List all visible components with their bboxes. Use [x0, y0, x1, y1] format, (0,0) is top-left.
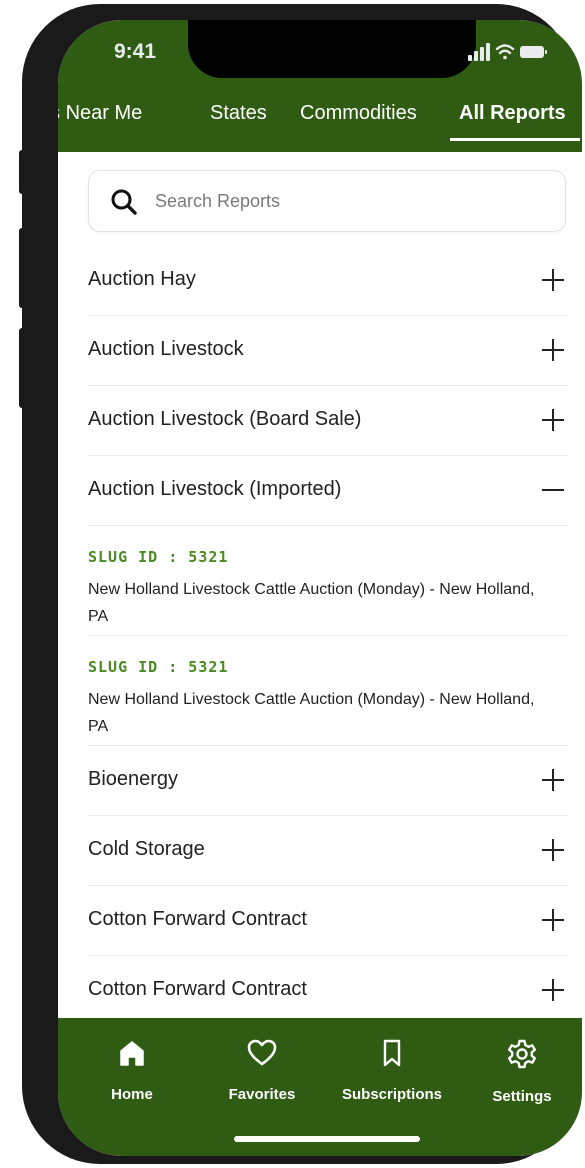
list-item-label: Auction Hay	[88, 268, 196, 290]
nav-subscriptions[interactable]: Subscriptions	[332, 1038, 452, 1103]
list-item-label: Auction Livestock	[88, 338, 244, 360]
status-icons	[468, 43, 547, 61]
plus-icon[interactable]	[538, 405, 568, 435]
nav-settings[interactable]: Settings	[462, 1038, 582, 1105]
status-time: 9:41	[114, 40, 157, 63]
tab-states[interactable]: States	[210, 102, 267, 125]
list-item[interactable]: Auction Livestock	[88, 316, 568, 386]
phone-frame: 9:41 Repor	[19, 4, 582, 1164]
list-item-label: Auction Livestock (Board Sale)	[88, 408, 362, 430]
plus-icon[interactable]	[538, 265, 568, 295]
signal-icon	[468, 43, 490, 61]
plus-icon[interactable]	[538, 835, 568, 865]
list-item[interactable]: Bioenergy	[88, 746, 568, 816]
plus-icon[interactable]	[538, 905, 568, 935]
search-box[interactable]	[88, 170, 566, 232]
list-item[interactable]: Cotton Forward Contract	[88, 956, 568, 1026]
list-item[interactable]: Cold Storage	[88, 816, 568, 886]
list-item[interactable]: Cotton Forward Contract	[88, 886, 568, 956]
minus-icon[interactable]	[538, 475, 568, 505]
list-item[interactable]: Auction Livestock (Board Sale)	[88, 386, 568, 456]
plus-icon[interactable]	[538, 765, 568, 795]
heart-icon	[247, 1039, 277, 1066]
top-bar: 9:41 Repor	[58, 20, 582, 152]
side-button-silent	[19, 150, 27, 194]
nav-label: Subscriptions	[341, 1086, 442, 1103]
battery-icon	[520, 46, 547, 58]
list-item-label: Bioenergy	[88, 768, 179, 790]
nav-home[interactable]: Home	[72, 1038, 192, 1103]
nav-favorites[interactable]: Favorites	[202, 1038, 322, 1103]
app-screen: 9:41 Repor	[58, 20, 582, 1156]
bookmark-icon	[383, 1039, 401, 1067]
tab-commodities[interactable]: Commodities	[300, 102, 417, 125]
list-item[interactable]: Auction Hay	[88, 246, 568, 316]
tab-all-reports[interactable]: All Reports	[459, 102, 566, 125]
side-button-volume-down	[19, 328, 27, 408]
slug-id: SLUG ID : 5321	[88, 548, 229, 566]
list-item-expanded[interactable]: Auction Livestock (Imported)	[88, 456, 568, 526]
slug-id: SLUG ID : 5321	[88, 658, 229, 676]
report-tabs: Reports Near Me States Commodities All R…	[58, 96, 582, 152]
nav-label: Settings	[492, 1088, 552, 1105]
list-item-label: Auction Livestock (Imported)	[88, 478, 342, 500]
sub-report-item[interactable]: SLUG ID : 5321 New Holland Livestock Cat…	[88, 636, 568, 746]
tab-reports-near-me[interactable]: Reports Near Me	[58, 102, 142, 125]
search-icon	[111, 189, 137, 215]
gear-icon	[508, 1039, 536, 1069]
side-button-volume-up	[19, 228, 27, 308]
sub-report-title: New Holland Livestock Cattle Auction (Mo…	[88, 691, 535, 735]
nav-label: Home	[111, 1086, 153, 1103]
list-item-label: Cotton Forward Contract	[88, 908, 307, 930]
wifi-icon	[495, 44, 515, 60]
list-item-label: Cold Storage	[88, 838, 205, 860]
camera-notch	[188, 20, 476, 78]
plus-icon[interactable]	[538, 975, 568, 1005]
active-tab-indicator	[450, 138, 580, 141]
plus-icon[interactable]	[538, 335, 568, 365]
list-item-label: Cotton Forward Contract	[88, 978, 307, 1000]
home-icon	[120, 1041, 144, 1066]
nav-label: Favorites	[228, 1086, 296, 1103]
home-indicator[interactable]	[234, 1136, 420, 1142]
search-input[interactable]	[153, 183, 543, 219]
sub-report-item[interactable]: SLUG ID : 5321 New Holland Livestock Cat…	[88, 526, 568, 636]
report-list: Auction Hay Auction Livestock Auction Li…	[88, 246, 568, 1026]
sub-report-title: New Holland Livestock Cattle Auction (Mo…	[88, 581, 535, 625]
